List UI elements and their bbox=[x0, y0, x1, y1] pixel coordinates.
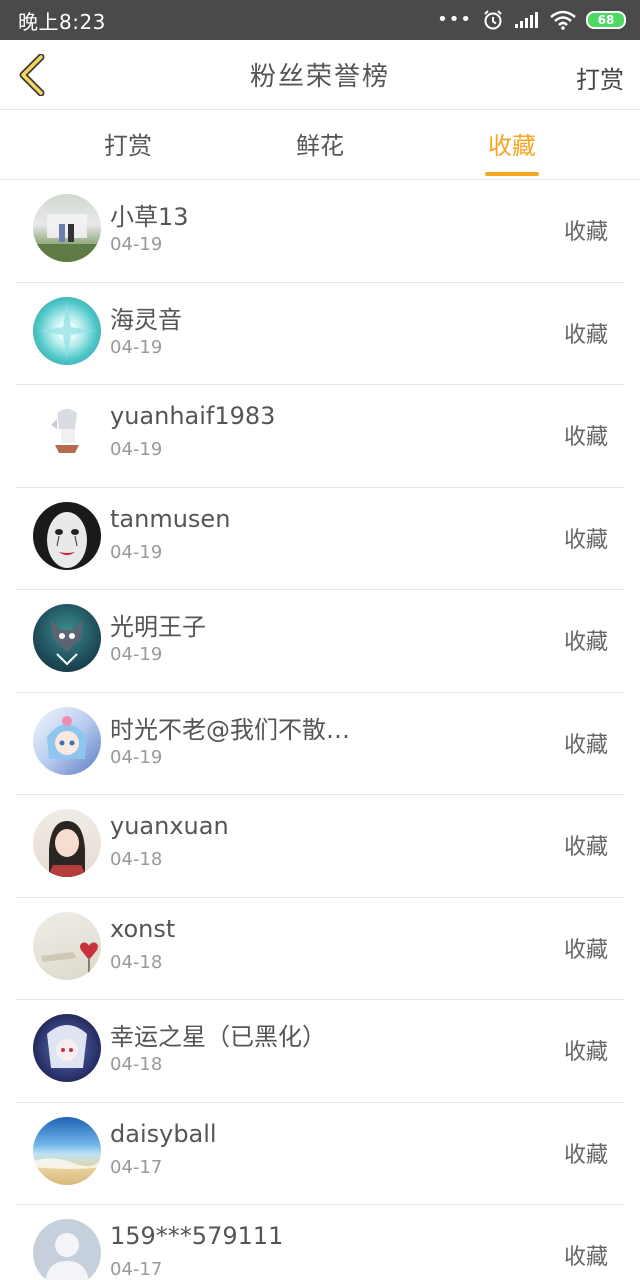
user-name: 时光不老@我们不散… bbox=[110, 715, 350, 744]
action-label: 收藏 bbox=[563, 1245, 608, 1270]
action-label: 收藏 bbox=[563, 630, 608, 655]
tab-bar: 打赏 鲜花 收藏 bbox=[0, 110, 640, 180]
date-label: 04-19 bbox=[110, 644, 163, 665]
list-item[interactable]: 光明王子 04-19 收藏 bbox=[0, 590, 640, 693]
tab-label: 收藏 bbox=[488, 132, 536, 160]
date-label: 04-17 bbox=[110, 1156, 163, 1178]
date-label: 04-19 bbox=[110, 439, 163, 460]
list-item[interactable]: xonst 04-18 收藏 bbox=[0, 898, 640, 1001]
more-dots-icon: ••• bbox=[437, 9, 472, 30]
date-label: 04-19 bbox=[110, 541, 163, 563]
action-label: 收藏 bbox=[563, 1040, 608, 1065]
user-name: 159***579111 bbox=[110, 1222, 284, 1250]
date-label: 04-19 bbox=[110, 746, 163, 768]
avatar bbox=[33, 1116, 101, 1185]
avatar bbox=[33, 399, 101, 467]
chevron-left-icon bbox=[19, 54, 45, 96]
avatar bbox=[33, 194, 101, 262]
avatar bbox=[33, 809, 101, 877]
user-name: tanmusen bbox=[110, 504, 231, 533]
wifi-icon bbox=[550, 10, 576, 30]
date-label: 04-19 bbox=[110, 234, 163, 255]
tab-label: 打赏 bbox=[104, 132, 152, 160]
list-item[interactable]: daisyball 04-17 收藏 bbox=[0, 1103, 640, 1206]
user-name: 海灵音 bbox=[110, 305, 182, 334]
action-label: 收藏 bbox=[563, 527, 608, 553]
avatar bbox=[33, 296, 101, 365]
fan-list: 小草13 04-19 收藏 海灵音 04-19 收藏 yuanhaif1983 … bbox=[0, 180, 640, 1280]
action-label: 收藏 bbox=[563, 1142, 608, 1168]
user-name: 幸运之星（已黑化） bbox=[110, 1023, 326, 1051]
avatar bbox=[33, 1014, 101, 1082]
list-item[interactable]: 小草13 04-19 收藏 bbox=[0, 180, 640, 283]
action-label: 收藏 bbox=[563, 220, 608, 245]
avatar bbox=[33, 604, 101, 672]
page-title: 粉丝荣誉榜 bbox=[249, 62, 390, 92]
list-item[interactable]: 海灵音 04-19 收藏 bbox=[0, 283, 640, 386]
action-label: 收藏 bbox=[563, 322, 608, 348]
date-label: 04-18 bbox=[110, 951, 163, 973]
date-label: 04-18 bbox=[110, 1054, 163, 1075]
list-item[interactable]: yuanxuan 04-18 收藏 bbox=[0, 795, 640, 898]
list-item[interactable]: tanmusen 04-19 收藏 bbox=[0, 488, 640, 591]
user-name: 小草13 bbox=[110, 203, 189, 231]
tab-label: 鲜花 bbox=[296, 132, 344, 160]
status-time: 晚上8:23 bbox=[18, 9, 106, 34]
tab-flowers[interactable]: 鲜花 bbox=[260, 110, 380, 180]
list-item[interactable]: 幸运之星（已黑化） 04-18 收藏 bbox=[0, 1000, 640, 1103]
action-label: 收藏 bbox=[563, 425, 608, 450]
battery-icon: 68 bbox=[586, 11, 626, 29]
tab-indicator bbox=[485, 172, 539, 176]
user-name: xonst bbox=[110, 914, 176, 943]
list-item[interactable]: yuanhaif1983 04-19 收藏 bbox=[0, 385, 640, 488]
avatar bbox=[33, 911, 101, 980]
user-name: yuanhaif1983 bbox=[110, 402, 276, 430]
list-item[interactable]: 159***579111 04-17 收藏 bbox=[0, 1205, 640, 1280]
action-label: 收藏 bbox=[563, 732, 608, 758]
user-name: daisyball bbox=[110, 1119, 217, 1148]
action-label: 收藏 bbox=[563, 937, 608, 963]
alarm-icon bbox=[482, 9, 504, 31]
reward-button[interactable]: 打赏 bbox=[576, 60, 624, 95]
tab-favorites[interactable]: 收藏 bbox=[452, 110, 572, 180]
tab-reward[interactable]: 打赏 bbox=[68, 110, 188, 180]
avatar bbox=[33, 706, 101, 775]
status-icons: ••• 68 bbox=[437, 9, 626, 31]
signal-icon bbox=[514, 11, 540, 29]
action-label: 收藏 bbox=[563, 835, 608, 860]
back-button[interactable] bbox=[12, 54, 52, 96]
date-label: 04-17 bbox=[110, 1259, 163, 1280]
user-name: yuanxuan bbox=[110, 812, 229, 840]
user-name: 光明王子 bbox=[110, 613, 206, 641]
date-label: 04-18 bbox=[110, 849, 163, 870]
title-bar: 粉丝荣誉榜 打赏 bbox=[0, 40, 640, 110]
date-label: 04-19 bbox=[110, 336, 163, 358]
status-bar: 晚上8:23 ••• 68 bbox=[0, 0, 640, 40]
avatar bbox=[33, 501, 101, 570]
list-item[interactable]: 时光不老@我们不散… 04-19 收藏 bbox=[0, 693, 640, 796]
avatar bbox=[33, 1219, 101, 1280]
